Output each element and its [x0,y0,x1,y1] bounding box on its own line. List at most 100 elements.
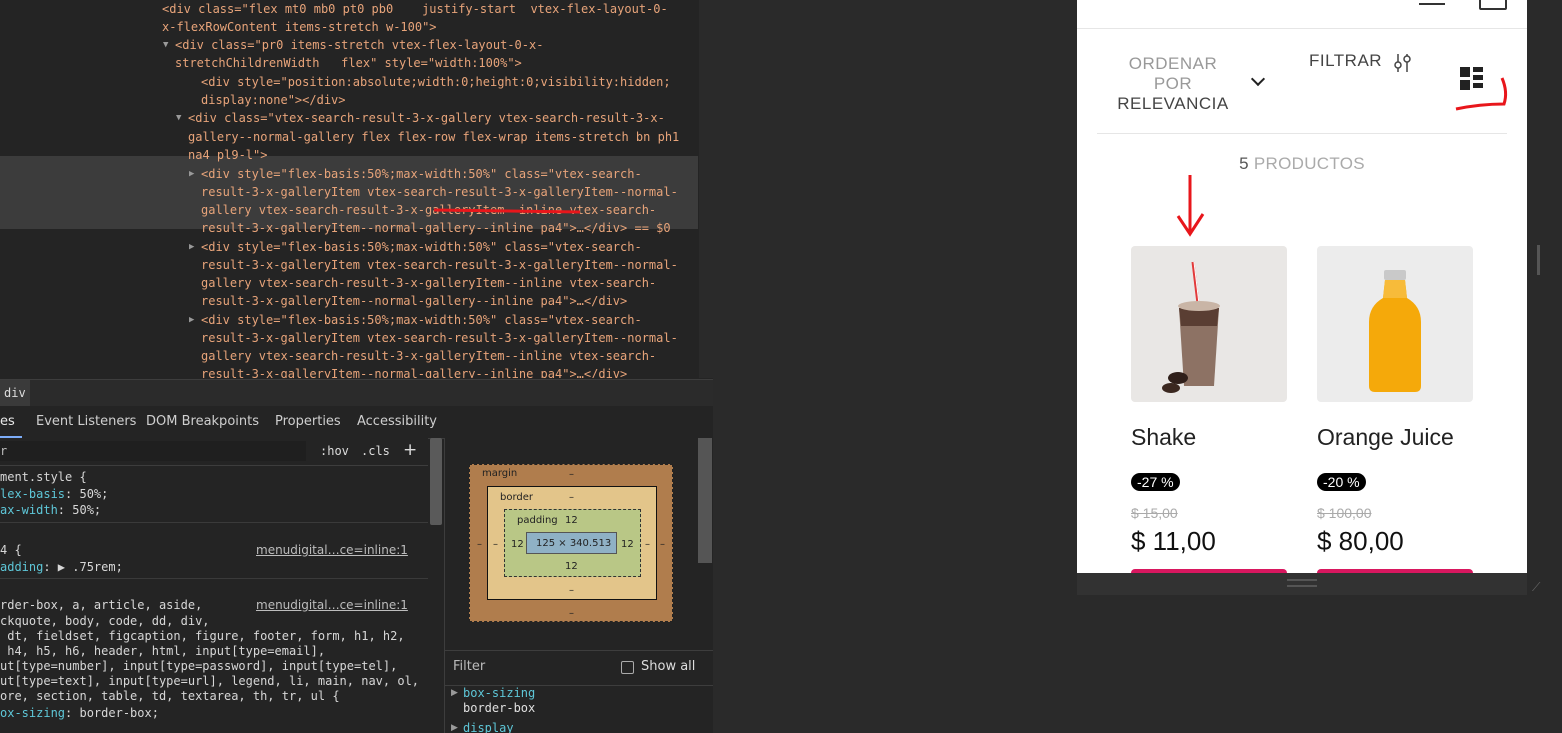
discount-badge: -27 % [1131,473,1180,491]
collapse-triangle-icon[interactable]: ▼ [176,109,181,127]
dom-node-text: <div style="flex-basis:50%;max-width:50%… [201,240,642,254]
css-declaration[interactable]: ox-sizing: border-box; [0,706,159,720]
dom-node-line[interactable]: gallery vtex-search-result-3-x-galleryIt… [201,274,656,292]
styles-filter-input[interactable]: r [0,441,306,461]
border-bottom-value: – [569,585,574,596]
dom-node-line[interactable]: result-3-x-galleryItem vtex-search-resul… [201,329,678,347]
computed-prop-name[interactable]: display [463,721,514,733]
resize-handle-right[interactable] [1537,245,1540,275]
css-selector-text: ckquote, body, code, dd, div, [0,614,210,628]
css-selector[interactable]: 4 { [0,543,22,557]
tab-properties[interactable]: Properties [275,406,341,438]
sort-button[interactable]: ORDENAR POR RELEVANCIA [1113,54,1233,114]
styles-pane: r :hov .cls + ment.style { lex-basis: 50%… [0,438,428,733]
new-rule-button[interactable]: + [403,440,417,460]
computed-filter-bar: Filter Show all [445,650,713,686]
computed-scrollbar[interactable] [698,438,712,563]
tab-accessibility[interactable]: Accessibility [357,406,437,438]
stylesheet-source-link[interactable]: menudigital…ce=inline:1 [256,598,408,612]
product-image[interactable] [1317,246,1473,402]
filter-sliders-icon[interactable] [1393,52,1413,74]
css-selector-text: ut[type=number], input[type=password], i… [0,659,398,673]
chevron-down-icon[interactable] [1250,71,1266,87]
css-declaration[interactable]: lex-basis: 50%; [0,487,108,501]
dom-node-text: display:none"></div> [201,93,346,107]
filter-button[interactable]: FILTRAR [1309,51,1382,71]
expand-triangle-icon[interactable]: ▶ [451,723,458,733]
breadcrumb-item-div[interactable]: div [0,380,30,406]
cart-icon[interactable] [1479,0,1507,10]
dom-node-line[interactable]: result-3-x-galleryItem vtex-search-resul… [201,183,678,201]
dom-node-line[interactable]: result-3-x-galleryItem--normal-gallery--… [201,219,671,237]
dom-node-line[interactable]: <div style="position:absolute;width:0;he… [201,73,671,91]
dom-node-line[interactable]: na4 pl9-l"> [188,146,267,164]
show-all-label: Show all [641,659,696,674]
css-selector[interactable]: h4, h5, h6, header, html, input[type=ema… [0,644,325,658]
product-name[interactable]: Orange Juice [1317,424,1454,451]
computed-prop-value: border-box [463,701,536,715]
computed-filter-input[interactable]: Filter [453,659,485,674]
css-selector[interactable]: ut[type=number], input[type=password], i… [0,659,397,673]
margin-right-value: – [660,539,665,550]
css-selector[interactable]: dt, fieldset, figcaption, figure, footer… [0,629,405,643]
styles-subtabs: es Event Listeners DOM Breakpoints Prope… [0,406,713,439]
css-selector[interactable]: ut[type=text], input[type=url], legend, … [0,674,419,688]
dom-node-line[interactable]: gallery--normal-gallery flex flex-row fl… [188,128,679,146]
resize-grip[interactable] [1287,579,1317,587]
layout-toggle-icon[interactable] [1460,67,1486,91]
hov-toggle[interactable]: :hov [320,444,349,458]
css-selector[interactable]: ore, section, table, td, textarea, th, t… [0,689,340,703]
dom-node-line[interactable]: gallery vtex-search-result-3-x-galleryIt… [201,201,656,219]
expand-triangle-icon[interactable]: ▶ [189,311,194,329]
css-selector[interactable]: rder-box, a, article, aside, [0,598,202,612]
product-card[interactable]: Shake -27 % $ 15,00 $ 11,00 [1131,246,1287,573]
dom-node-line[interactable]: x-flexRowContent items-stretch w-100"> [162,18,437,36]
product-name[interactable]: Shake [1131,424,1196,451]
computed-prop-name[interactable]: box-sizing [463,686,535,700]
css-declaration[interactable]: adding: ▶ .75rem; [0,560,123,574]
dom-node-line[interactable]: ▶ <div style="flex-basis:50%;max-width:50… [189,238,642,256]
css-selector[interactable]: ment.style { [0,470,87,484]
menu-icon[interactable] [1419,0,1445,5]
dom-node-line[interactable]: gallery vtex-search-result-3-x-galleryIt… [201,347,656,365]
dom-node-line[interactable]: display:none"></div> [201,91,346,109]
stylesheet-source-link[interactable]: menudigital…ce=inline:1 [256,543,408,557]
dom-node-line[interactable]: <div class="flex mt0 mb0 pt0 pb0 justify… [162,0,668,18]
dom-node-line[interactable]: ▼ <div class="vtex-search-result-3-x-gall… [176,109,665,127]
computed-pane: margin – – – – border – – – – padding 12… [444,438,713,733]
css-selector[interactable]: ckquote, body, code, dd, div, [0,614,210,628]
dom-node-text: x-flexRowContent items-stretch w-100"> [162,20,437,34]
styles-scrollbar[interactable] [430,438,442,525]
product-image[interactable] [1131,246,1287,402]
padding-top-value: 12 [565,515,578,526]
dom-node-line[interactable]: ▶ <div style="flex-basis:50%;max-width:50… [189,311,642,329]
css-declaration[interactable]: ax-width: 50%; [0,503,101,517]
dom-node-line[interactable]: stretchChildrenWidth flex" style="width:… [175,54,522,72]
expand-triangle-icon[interactable]: ▶ [189,165,194,183]
expand-triangle-icon[interactable]: ▶ [189,238,194,256]
cls-toggle[interactable]: .cls [361,444,390,458]
shake-image-icon [1131,246,1287,402]
padding-left-value: 12 [511,539,524,550]
collapse-triangle-icon[interactable]: ▼ [163,36,168,54]
dom-node-text: result-3-x-galleryItem vtex-search-resul… [201,331,678,345]
css-selector-text: dt, fieldset, figcaption, figure, footer… [0,629,405,643]
dom-node-line[interactable]: result-3-x-galleryItem--normal-gallery--… [201,365,627,378]
dom-node-line[interactable]: ▼ <div class="pr0 items-stretch vtex-flex… [163,36,543,54]
product-card[interactable]: Orange Juice -20 % $ 100,00 $ 80,00 [1317,246,1473,573]
sort-label-line2: POR [1153,74,1193,93]
expand-triangle-icon[interactable]: ▶ [451,688,458,698]
css-property-value: : 50%; [65,487,109,501]
show-all-checkbox[interactable] [621,661,634,674]
tab-styles[interactable]: es [0,406,22,438]
border-right-value: – [645,539,650,550]
elements-scrollbar[interactable] [699,0,713,378]
tab-dom-breakpoints[interactable]: DOM Breakpoints [146,406,259,438]
css-selector-text: rder-box, a, article, aside, [0,598,203,612]
dom-node-line[interactable]: result-3-x-galleryItem vtex-search-resul… [201,256,678,274]
product-count-number: 5 [1239,154,1249,173]
resize-corner-icon[interactable]: ⟋ [1532,580,1540,595]
dom-node-line[interactable]: result-3-x-galleryItem--normal-gallery--… [201,292,627,310]
tab-event-listeners[interactable]: Event Listeners [36,406,136,438]
dom-node-line[interactable]: ▶ <div style="flex-basis:50%;max-width:50… [189,165,642,183]
